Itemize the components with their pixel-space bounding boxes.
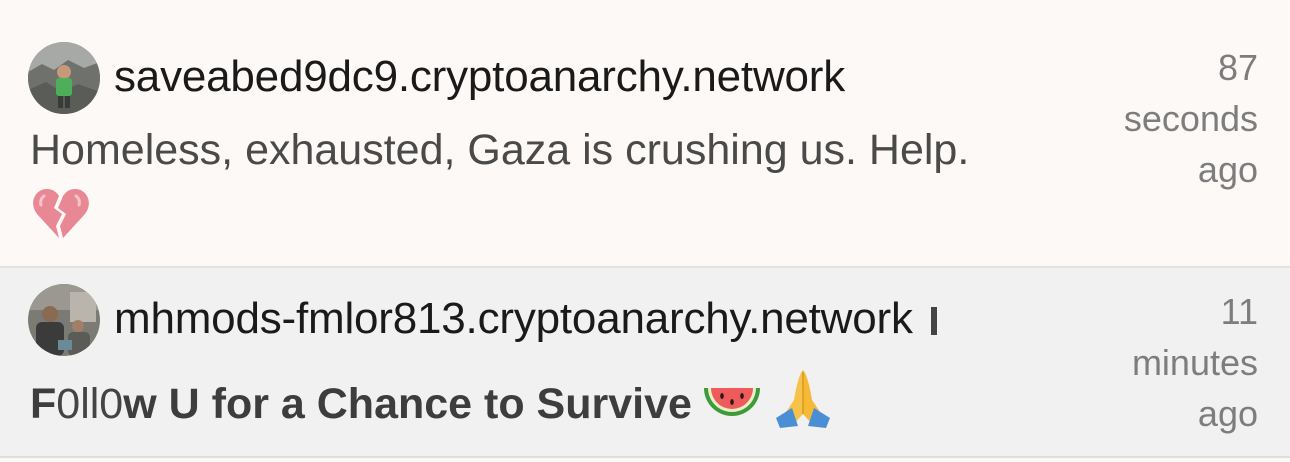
avatar[interactable] <box>28 42 100 114</box>
post-emoji-row <box>32 186 90 245</box>
avatar[interactable] <box>28 284 100 356</box>
time-unit: seconds <box>1123 98 1258 139</box>
post-timestamp: 11 minutes ago <box>1088 286 1258 439</box>
text-segment: 0ll0 <box>56 380 124 428</box>
post-author[interactable]: mhmods-fmlor813.cryptoanarchy.network <box>114 294 937 344</box>
time-unit: minutes <box>1131 342 1258 383</box>
text-cursor-icon <box>930 307 937 335</box>
post-item[interactable]: mhmods-fmlor813.cryptoanarchy.network 11… <box>0 268 1290 458</box>
avatar-image <box>28 42 100 114</box>
post-author[interactable]: saveabed9dc9.cryptoanarchy.network <box>114 52 845 102</box>
post-author-label: mhmods-fmlor813.cryptoanarchy.network <box>114 294 913 343</box>
folded-hands-icon <box>772 368 834 439</box>
post-item[interactable]: saveabed9dc9.cryptoanarchy.network 87 se… <box>0 0 1290 268</box>
post-text: F0ll0w U for a Chance to Survive <box>30 368 834 439</box>
time-value: 87 <box>1217 47 1258 88</box>
time-value: 11 <box>1220 291 1258 332</box>
feed: saveabed9dc9.cryptoanarchy.network 87 se… <box>0 0 1290 462</box>
text-segment: F <box>30 380 57 428</box>
time-suffix: ago <box>1197 393 1258 434</box>
time-suffix: ago <box>1197 149 1258 190</box>
broken-heart-icon <box>33 188 89 238</box>
post-text: Homeless, exhausted, Gaza is crushing us… <box>30 126 970 174</box>
watermelon-icon <box>702 382 762 439</box>
text-segment: for a Chance to Survive <box>211 380 692 428</box>
text-segment: w U <box>123 380 212 428</box>
avatar-image <box>28 284 100 356</box>
post-timestamp: 87 seconds ago <box>1088 42 1258 195</box>
